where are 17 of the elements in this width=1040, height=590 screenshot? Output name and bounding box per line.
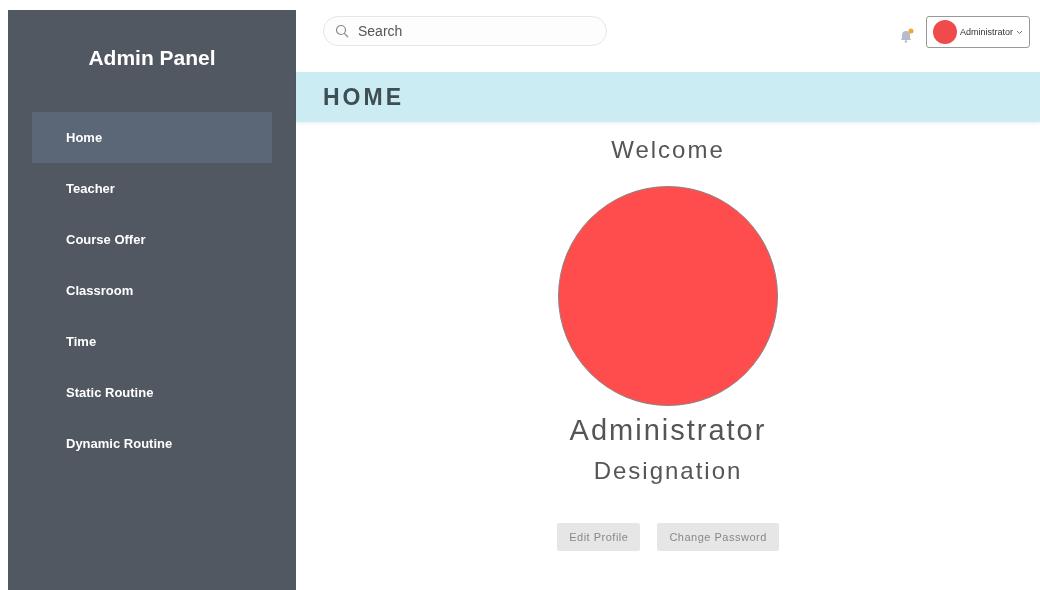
sidebar-item[interactable]: Static Routine	[32, 367, 272, 418]
sidebar-title: Admin Panel	[87, 46, 217, 71]
search-field[interactable]: Search	[323, 16, 607, 46]
bell-icon[interactable]	[898, 27, 914, 44]
profile-name: Administrator	[569, 414, 767, 447]
welcome-heading: Welcome	[611, 136, 725, 164]
avatar	[933, 20, 957, 44]
sidebar-item[interactable]: Time	[32, 316, 272, 367]
profile-designation: Designation	[593, 457, 743, 485]
user-menu-button[interactable]: Administrator	[926, 16, 1030, 48]
sidebar-item[interactable]: Teacher	[32, 163, 272, 214]
sidebar-item[interactable]: Classroom	[32, 265, 272, 316]
sidebar-item[interactable]: Dynamic Routine	[32, 418, 272, 469]
sidebar-item[interactable]: Course Offer	[32, 214, 272, 265]
sidebar-item[interactable]: Home	[32, 112, 272, 163]
caret-icon	[1016, 29, 1023, 35]
page-title: HOME	[323, 83, 404, 111]
